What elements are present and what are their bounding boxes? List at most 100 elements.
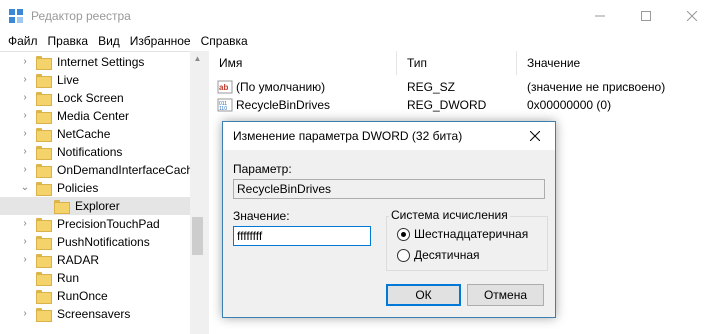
ok-button[interactable]: ОК bbox=[386, 284, 461, 306]
maximize-icon bbox=[641, 11, 651, 21]
close-icon bbox=[530, 131, 540, 141]
tree-item-label: PrecisionTouchPad bbox=[57, 217, 160, 231]
tree-item-label: Notifications bbox=[57, 145, 123, 159]
edit-dword-dialog: Изменение параметра DWORD (32 бита) Пара… bbox=[222, 121, 556, 318]
tree-item-label: OnDemandInterfaceCach bbox=[57, 163, 194, 177]
minimize-icon bbox=[595, 15, 605, 17]
radio-dec[interactable]: Десятичная bbox=[397, 247, 480, 263]
value-input[interactable] bbox=[233, 226, 371, 246]
menu-help[interactable]: Справка bbox=[198, 32, 251, 51]
tree-item[interactable]: RunOnce bbox=[0, 287, 190, 305]
dialog-close-button[interactable] bbox=[523, 126, 547, 146]
chevron-down-icon[interactable]: ⌄ bbox=[20, 183, 30, 193]
scroll-up-icon[interactable]: ▲ bbox=[190, 51, 205, 66]
chevron-right-icon[interactable]: › bbox=[20, 255, 30, 265]
value-type: REG_DWORD bbox=[407, 98, 487, 112]
cancel-button[interactable]: Отмена bbox=[467, 284, 544, 306]
chevron-right-icon[interactable]: › bbox=[20, 165, 30, 175]
menu-favorites[interactable]: Избранное bbox=[127, 32, 194, 51]
tree-item-label: Policies bbox=[57, 181, 99, 195]
chevron-right-icon[interactable]: › bbox=[20, 75, 30, 85]
folder-icon bbox=[54, 200, 70, 214]
value-label: Значение: bbox=[233, 209, 290, 223]
radio-hex-button[interactable] bbox=[397, 227, 410, 241]
folder-icon bbox=[36, 236, 52, 250]
tree-item[interactable]: ⌄ Policies bbox=[0, 179, 190, 197]
chevron-right-icon[interactable]: › bbox=[20, 237, 30, 247]
value-row[interactable]: ab (По умолчанию) REG_SZ (значение не пр… bbox=[209, 78, 715, 96]
folder-icon bbox=[36, 74, 52, 88]
svg-text:110: 110 bbox=[219, 106, 227, 112]
dword-value-icon: 011 110 bbox=[217, 98, 233, 112]
tree-item[interactable]: › Notifications bbox=[0, 143, 190, 161]
tree-item[interactable]: › OnDemandInterfaceCach bbox=[0, 161, 194, 179]
value-type: REG_SZ bbox=[407, 80, 456, 94]
tree-item-label: Live bbox=[57, 73, 80, 87]
tree-item[interactable]: › Screensavers bbox=[0, 305, 190, 323]
column-header-data[interactable]: Значение bbox=[517, 51, 715, 75]
dialog-title-bar: Изменение параметра DWORD (32 бита) bbox=[223, 122, 555, 150]
close-window-button[interactable] bbox=[669, 0, 715, 32]
chevron-right-icon[interactable]: › bbox=[20, 219, 30, 229]
folder-icon bbox=[36, 290, 52, 304]
value-name: (По умолчанию) bbox=[236, 80, 326, 94]
menu-edit[interactable]: Правка bbox=[45, 32, 92, 51]
folder-icon bbox=[36, 164, 52, 178]
folder-icon bbox=[36, 182, 52, 196]
chevron-right-icon[interactable]: › bbox=[20, 147, 30, 157]
tree-item-label: RADAR bbox=[57, 253, 100, 267]
radio-dec-button[interactable] bbox=[397, 248, 410, 262]
tree-item[interactable]: Explorer bbox=[0, 197, 190, 215]
value-name: RecycleBinDrives bbox=[236, 98, 331, 112]
tree-scrollbar[interactable]: ▲ bbox=[190, 51, 205, 334]
tree-item-label: Run bbox=[57, 271, 80, 285]
folder-icon bbox=[36, 254, 52, 268]
column-header-type[interactable]: Тип bbox=[397, 51, 517, 75]
minimize-button[interactable] bbox=[577, 0, 623, 32]
chevron-right-icon[interactable]: › bbox=[20, 111, 30, 121]
close-icon bbox=[687, 11, 697, 21]
chevron-right-icon[interactable]: › bbox=[20, 129, 30, 139]
registry-tree[interactable]: › Internet Settings › Live › Lock Screen › Medi… bbox=[0, 51, 205, 334]
chevron-right-icon[interactable]: › bbox=[20, 93, 30, 103]
folder-icon bbox=[36, 218, 52, 232]
tree-item[interactable]: › NetCache bbox=[0, 125, 190, 143]
folder-icon bbox=[36, 110, 52, 124]
svg-text:ab: ab bbox=[219, 83, 228, 92]
tree-item[interactable]: › PrecisionTouchPad bbox=[0, 215, 190, 233]
tree-item[interactable]: › PushNotifications bbox=[0, 233, 190, 251]
tree-item-label: Explorer bbox=[75, 199, 120, 213]
folder-icon bbox=[36, 56, 52, 70]
radio-hex[interactable]: Шестнадцатеричная bbox=[397, 226, 528, 242]
folder-icon bbox=[36, 308, 52, 322]
column-header-name[interactable]: Имя bbox=[209, 51, 397, 75]
tree-item[interactable]: › RADAR bbox=[0, 251, 190, 269]
chevron-right-icon[interactable]: › bbox=[20, 57, 30, 67]
tree-item-label: Screensavers bbox=[57, 307, 131, 321]
menu-file[interactable]: Файл bbox=[5, 32, 41, 51]
folder-icon bbox=[36, 128, 52, 142]
value-row[interactable]: 011 110 RecycleBinDrives REG_DWORD 0x000… bbox=[209, 96, 715, 114]
registry-editor-icon bbox=[9, 9, 23, 23]
tree-item[interactable]: › Lock Screen bbox=[0, 89, 190, 107]
folder-icon bbox=[36, 272, 52, 286]
tree-item-label: Lock Screen bbox=[57, 91, 124, 105]
tree-item[interactable]: › Media Center bbox=[0, 107, 190, 125]
tree-item[interactable]: Run bbox=[0, 269, 190, 287]
menu-view[interactable]: Вид bbox=[95, 32, 123, 51]
dialog-title: Изменение параметра DWORD (32 бита) bbox=[233, 129, 463, 143]
param-name-field: RecycleBinDrives bbox=[233, 179, 545, 199]
string-value-icon: ab bbox=[217, 80, 233, 94]
tree-item-label: Media Center bbox=[57, 109, 130, 123]
tree-item[interactable]: › Internet Settings bbox=[0, 53, 190, 71]
scroll-thumb[interactable] bbox=[192, 217, 203, 255]
param-label: Параметр: bbox=[233, 162, 292, 176]
chevron-right-icon[interactable]: › bbox=[20, 309, 30, 319]
tree-item-label: NetCache bbox=[57, 127, 111, 141]
value-data: 0x00000000 (0) bbox=[527, 98, 612, 112]
title-bar: Редактор реестра bbox=[0, 0, 715, 32]
maximize-button[interactable] bbox=[623, 0, 669, 32]
value-data: (значение не присвоено) bbox=[527, 80, 666, 94]
radio-dec-label: Десятичная bbox=[414, 248, 480, 262]
tree-item[interactable]: › Live bbox=[0, 71, 190, 89]
